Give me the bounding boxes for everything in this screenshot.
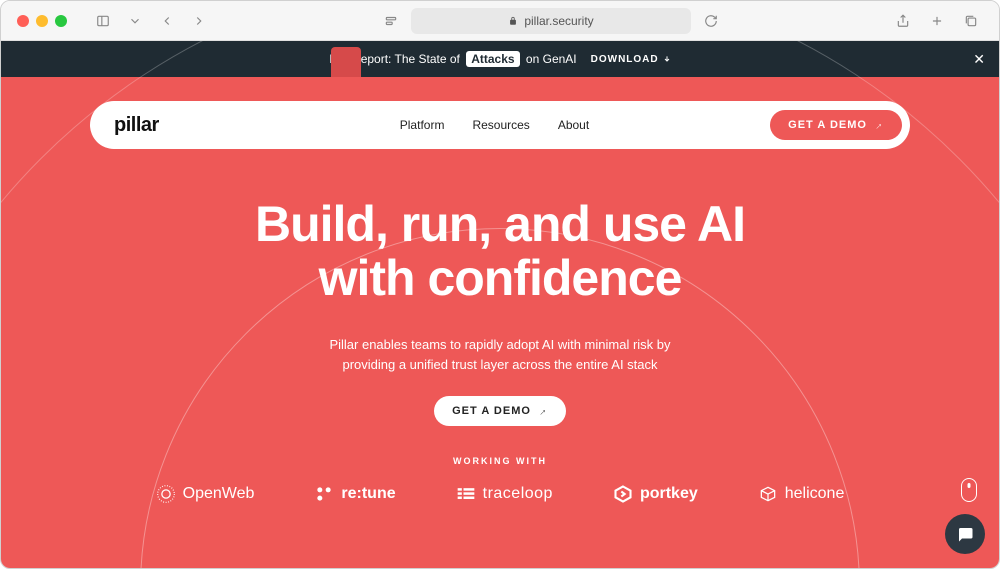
openweb-icon (156, 484, 176, 504)
hero-subtitle: Pillar enables teams to rapidly adopt AI… (1, 335, 999, 374)
text-size-button[interactable] (379, 9, 403, 33)
retune-icon (314, 484, 334, 504)
sidebar-toggle-button[interactable] (91, 9, 115, 33)
chat-icon (956, 525, 974, 543)
partners-label: WORKING WITH (1, 456, 999, 466)
logo-traceloop: traceloop (456, 484, 553, 504)
back-button[interactable] (155, 9, 179, 33)
portkey-icon (613, 484, 633, 504)
url-text: pillar.security (524, 14, 593, 28)
scroll-indicator (961, 478, 977, 502)
get-demo-button-hero[interactable]: GET A DEMO → (434, 396, 566, 426)
window-fullscreen-button[interactable] (55, 15, 67, 27)
address-bar[interactable]: pillar.security (411, 8, 691, 34)
new-tab-button[interactable] (925, 9, 949, 33)
tabs-button[interactable] (959, 9, 983, 33)
logo-helicone: helicone (758, 484, 845, 504)
dropdown-icon[interactable] (123, 9, 147, 33)
helicone-icon (758, 484, 778, 504)
browser-toolbar: pillar.security (1, 1, 999, 41)
share-button[interactable] (891, 9, 915, 33)
window-minimize-button[interactable] (36, 15, 48, 27)
lock-icon (508, 16, 518, 26)
logo-retune: re:tune (314, 484, 395, 504)
hero-headline: Build, run, and use AI with confidence (1, 197, 999, 305)
chat-widget-button[interactable] (945, 514, 985, 554)
refresh-button[interactable] (699, 9, 723, 33)
arrow-icon: → (535, 403, 551, 419)
window-close-button[interactable] (17, 15, 29, 27)
logo-portkey: portkey (613, 484, 698, 504)
traceloop-icon (456, 484, 476, 504)
close-icon[interactable]: ✕ (973, 51, 985, 68)
logo-openweb: OpenWeb (156, 484, 255, 504)
partner-logos: OpenWeb re:tune traceloop portkey (1, 484, 999, 504)
forward-button[interactable] (187, 9, 211, 33)
